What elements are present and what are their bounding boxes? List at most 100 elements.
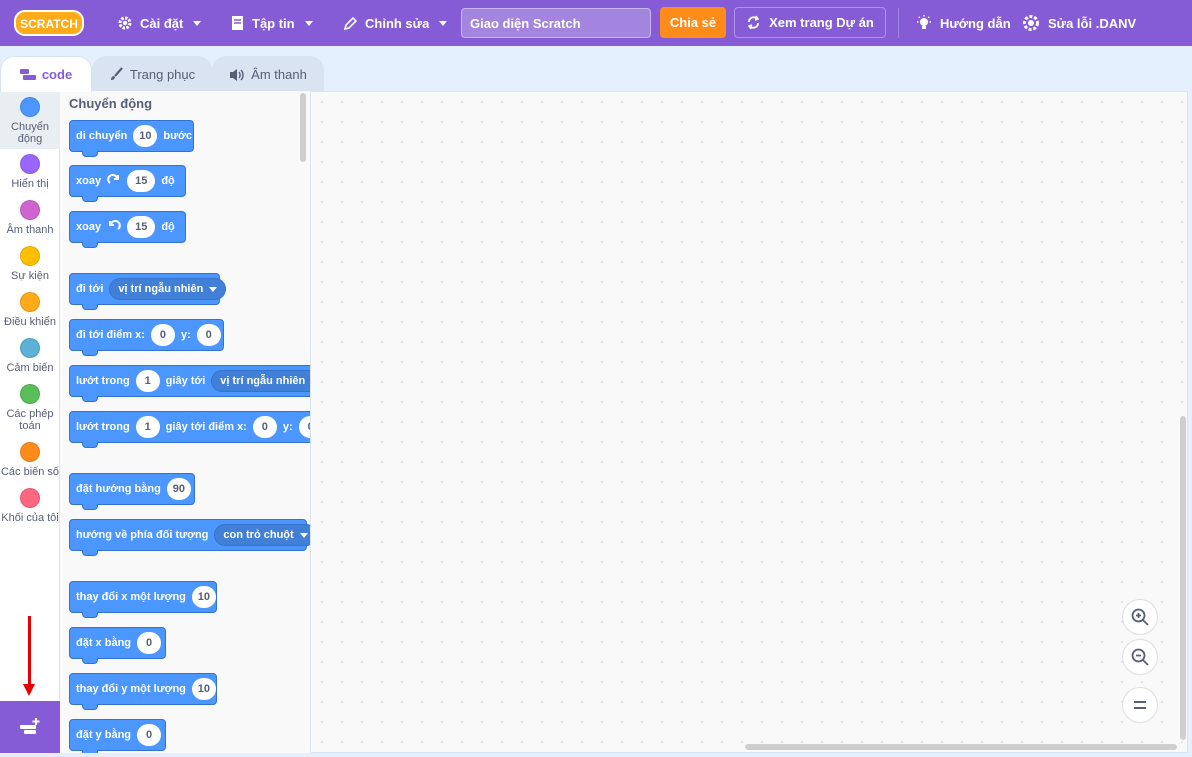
- block-input[interactable]: 15: [127, 170, 156, 192]
- tab-sounds-label: Âm thanh: [251, 67, 307, 82]
- category-my-blocks[interactable]: Khối của tôi: [0, 488, 60, 524]
- see-project-page-button[interactable]: Xem trang Dự án: [734, 7, 886, 38]
- category-motion[interactable]: Chuyển động: [0, 91, 60, 149]
- block-go-to-xy[interactable]: đi tới điểm x: 0 y: 0: [69, 319, 224, 356]
- debug-button[interactable]: Sửa lỗi .DANV: [1021, 0, 1136, 46]
- tab-code-label: code: [41, 67, 73, 82]
- block-change-y[interactable]: thay đổi y một lượng 10: [69, 673, 217, 710]
- block-input[interactable]: 15: [127, 216, 156, 238]
- zoom-out-button[interactable]: [1122, 639, 1158, 675]
- zoom-reset-button[interactable]: [1122, 687, 1158, 723]
- block-palette: Chuyển động di chuyển 10 bước xoay 15 độ…: [60, 91, 311, 753]
- annotation-arrow-head: [23, 684, 35, 696]
- zoom-in-button[interactable]: [1122, 599, 1158, 635]
- block-text: bước: [163, 130, 192, 142]
- block-input[interactable]: 0: [137, 724, 162, 746]
- block-set-x[interactable]: đặt x bằng 0: [69, 627, 166, 664]
- category-dot: [20, 292, 40, 312]
- equals-icon: [1134, 701, 1146, 709]
- block-input[interactable]: 0: [298, 416, 310, 438]
- block-input[interactable]: 0: [196, 324, 221, 346]
- block-input[interactable]: 1: [135, 416, 160, 438]
- dropdown-value: vị trí ngẫu nhiên: [220, 375, 306, 387]
- block-notch: [82, 196, 98, 202]
- category-events[interactable]: Sự kiện: [0, 246, 60, 282]
- tab-sounds[interactable]: Âm thanh: [212, 56, 324, 92]
- block-change-x[interactable]: thay đổi x một lượng 10: [69, 581, 217, 618]
- block-turn-right[interactable]: xoay 15 độ: [69, 165, 186, 202]
- block-notch: [82, 612, 98, 618]
- block-notch: [82, 151, 98, 157]
- block-text: y:: [282, 421, 293, 433]
- category-operators[interactable]: Các phép toán: [0, 384, 60, 432]
- add-extension-button[interactable]: [0, 701, 60, 753]
- tab-costumes[interactable]: Trang phục: [92, 56, 212, 92]
- block-glide-to-xy[interactable]: lướt trong 1 giây tới điểm x: 0 y: 0: [69, 411, 310, 448]
- tutorials-button[interactable]: Hướng dẫn: [915, 0, 1011, 46]
- block-input[interactable]: 0: [137, 632, 162, 654]
- workspace-horizontal-scrollbar[interactable]: [745, 744, 1177, 750]
- block-turn-left[interactable]: xoay 15 độ: [69, 211, 186, 248]
- file-label: Tập tin: [252, 15, 295, 31]
- block-notch: [82, 396, 98, 402]
- brush-icon: [110, 67, 123, 80]
- category-label: toán: [19, 420, 41, 432]
- category-sensing[interactable]: Cảm biến: [0, 338, 60, 374]
- gear-icon: [118, 16, 132, 30]
- rotate-counterclockwise-icon: [109, 220, 121, 230]
- category-label: Các biến số: [0, 466, 60, 478]
- scratch-logo[interactable]: SCRATCH: [14, 10, 84, 36]
- project-title-input[interactable]: Giao diện Scratch: [461, 8, 651, 38]
- tutorials-label: Hướng dẫn: [940, 15, 1011, 31]
- block-dropdown[interactable]: vị trí ngẫu nhiên: [109, 278, 227, 300]
- category-looks[interactable]: Hiển thị: [0, 154, 60, 190]
- script-workspace[interactable]: [312, 92, 1187, 752]
- block-set-y[interactable]: đặt y bằng 0: [69, 719, 166, 753]
- block-text: độ: [161, 221, 175, 233]
- block-text: y:: [180, 329, 191, 341]
- edit-menu[interactable]: Chỉnh sửa: [343, 0, 448, 46]
- block-input[interactable]: 10: [191, 678, 216, 700]
- share-button[interactable]: Chia sẻ: [660, 7, 726, 38]
- logo-text: SCRATCH: [20, 17, 78, 31]
- category-sound[interactable]: Âm thanh: [0, 200, 60, 236]
- category-dot: [20, 154, 40, 174]
- block-move-steps[interactable]: di chuyển 10 bước: [69, 120, 194, 157]
- settings-menu[interactable]: Cài đặt: [117, 0, 202, 46]
- zoom-out-icon: [1131, 648, 1149, 666]
- block-text: lướt trong: [76, 375, 130, 387]
- block-point-in-direction[interactable]: đặt hướng bằng 90: [69, 473, 195, 510]
- category-dot: [20, 200, 40, 220]
- block-input[interactable]: 0: [252, 416, 277, 438]
- palette-scrollbar[interactable]: [300, 93, 306, 162]
- rotate-clockwise-icon: [107, 174, 120, 184]
- block-glide-to[interactable]: lướt trong 1 giây tới vị trí ngẫu nhiên: [69, 365, 310, 402]
- block-input[interactable]: 10: [133, 125, 158, 147]
- block-point-towards[interactable]: hướng về phía đối tượng con trỏ chuột: [69, 519, 310, 556]
- block-text: xoay: [76, 221, 102, 233]
- workspace-vertical-scrollbar[interactable]: [1180, 416, 1186, 740]
- block-dropdown[interactable]: con trỏ chuột: [214, 524, 310, 546]
- block-input[interactable]: 90: [166, 478, 191, 500]
- block-go-to[interactable]: đi tới vị trí ngẫu nhiên: [69, 273, 227, 310]
- block-dropdown[interactable]: vị trí ngẫu nhiên: [211, 370, 310, 392]
- category-label: Điều khiển: [4, 316, 56, 328]
- block-text: đi tới: [76, 283, 104, 295]
- chevron-down-icon: [193, 20, 202, 26]
- category-variables[interactable]: Các biến số: [0, 442, 60, 478]
- file-menu[interactable]: Tập tin: [230, 0, 313, 46]
- category-dot: [20, 384, 40, 404]
- block-text: đặt x bằng: [76, 637, 132, 649]
- category-dot: [20, 246, 40, 266]
- speaker-icon: [230, 68, 244, 81]
- tab-code[interactable]: code: [0, 56, 92, 92]
- category-control[interactable]: Điều khiển: [0, 292, 60, 328]
- block-input[interactable]: 1: [135, 370, 160, 392]
- block-text: lướt trong: [76, 421, 130, 433]
- block-text: độ: [161, 175, 175, 187]
- chevron-down-icon: [209, 286, 218, 292]
- category-label: Chuyển: [11, 121, 49, 133]
- block-input[interactable]: 10: [191, 586, 216, 608]
- block-input[interactable]: 0: [150, 324, 175, 346]
- category-label: động: [17, 133, 43, 145]
